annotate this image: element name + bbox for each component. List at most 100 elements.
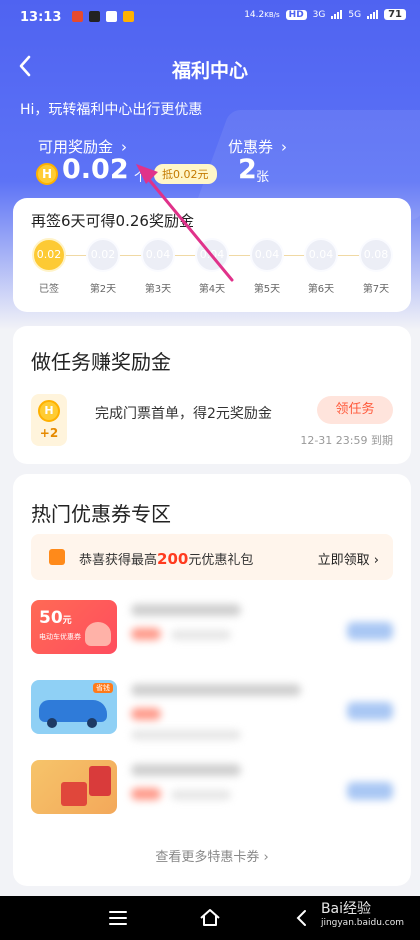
blurred-text [131,604,241,616]
task-bonus: +2 [39,426,59,440]
battery-icon: 71 [384,9,406,20]
day-coin: 0.04 [250,238,284,272]
day-label: 第7天 [362,284,390,295]
thumb-tag: 省钱 [93,683,113,693]
day-coin: 0.04 [195,238,229,272]
chevron-right-icon: › [281,138,288,156]
promo-text: 恭喜获得最高200元优惠礼包 [79,549,253,568]
red-envelope-icon [89,766,111,796]
deduct-badge: 抵0.02元 [154,164,217,184]
home-icon[interactable] [198,906,222,930]
promo-prefix: 恭喜获得最高 [79,553,158,568]
signin-day[interactable]: 0.08 第7天 [358,238,394,295]
day-label: 第3天 [144,284,172,295]
day-label: 第6天 [307,284,335,295]
news-app-icon [72,11,83,22]
blurred-button [347,782,393,800]
day-label: 第2天 [89,284,117,295]
hd-badge: HD [285,9,307,20]
signin-day[interactable]: 0.04 第5天 [249,238,285,295]
signin-card: 再签6天可得0.26奖励金 0.02 已签 0.02 第2天 0.04 第3天 0.0… [13,198,411,312]
blurred-text [131,708,161,720]
day-coin: 0.04 [304,238,338,272]
coupon-count-value: 2 [238,154,257,185]
signal-icon [331,10,343,19]
coupon-item[interactable] [31,760,393,820]
coin-icon: H [36,163,58,185]
thumb-caption: 电动车优惠券 [39,633,81,641]
signin-title: 再签6天可得0.26奖励金 [31,212,194,230]
claim-now-link[interactable]: 立即领取 › [318,549,379,568]
task-description: 完成门票首单，得2元奖励金 [95,406,272,422]
tasks-title: 做任务赚奖励金 [31,350,171,374]
view-more-link[interactable]: 查看更多特惠卡券 › [13,846,411,865]
thumb-amount-value: 50 [39,608,63,628]
chevron-right-icon: › [373,553,379,568]
coupon-item[interactable]: 省钱 [31,680,393,740]
coupon-thumbnail [31,760,117,814]
network-speed-unit: KB/s [264,10,280,19]
coupon-count-label[interactable]: 优惠券 › [228,136,287,157]
car-wheel [47,718,57,728]
coupon-count-unit: 张 [256,170,270,185]
signal-2-label: 5G [348,9,362,20]
network-speed-value: 14.2 [244,9,265,20]
gift-box-icon [61,782,87,806]
promo-amount: 200 [157,550,189,568]
reward-unit: 个 [134,170,148,185]
blurred-text [131,764,241,776]
gift-icon [49,549,65,565]
page-subtitle: Hi，玩转福利中心出行更优惠 [20,102,203,118]
menu-icon[interactable] [106,906,130,930]
tasks-card: 做任务赚奖励金 H +2 完成门票首单，得2元奖励金 领任务 12-31 23:… [13,326,411,464]
signal-icon-2 [367,10,379,19]
day-coin: 0.04 [141,238,175,272]
chevron-right-icon: › [263,850,269,865]
signin-day[interactable]: 0.02 已签 [31,238,67,295]
claim-now-label: 立即领取 [317,553,370,568]
blurred-button [347,622,393,640]
coupon-thumbnail: 50元 电动车优惠券 [31,600,117,654]
view-more-label: 查看更多特惠卡券 [155,850,260,865]
claim-task-button[interactable]: 领任务 [317,396,393,424]
scooter-icon [85,622,111,646]
blurred-text [131,788,161,800]
promo-banner[interactable]: 恭喜获得最高200元优惠礼包 立即领取 › [31,534,393,580]
status-right: 14.2KB/s HD 3G 5G 71 [244,9,406,20]
coin-icon: H [38,400,60,422]
network-speed: 14.2KB/s [244,10,279,20]
day-coin: 0.02 [32,238,66,272]
reward-value: 0.02 [62,154,129,185]
page-title: 福利中心 [171,60,248,82]
signin-day[interactable]: 0.04 第4天 [194,238,230,295]
coupons-card: 热门优惠券专区 恭喜获得最高200元优惠礼包 立即领取 › 50元 电动车优惠券… [13,474,411,886]
back-nav-icon[interactable] [290,906,314,930]
day-coin: 0.08 [359,238,393,272]
signin-day[interactable]: 0.04 第3天 [140,238,176,295]
tiktok-icon [89,11,100,22]
notification-icons [72,11,134,22]
coupons-title: 热门优惠券专区 [31,502,171,526]
signin-days: 0.02 已签 0.02 第2天 0.04 第3天 0.04 第4天 0.04 第5天 0… [31,238,405,298]
coupon-item[interactable]: 50元 电动车优惠券 [31,600,393,660]
day-coin: 0.02 [86,238,120,272]
car-wheel [87,718,97,728]
blurred-text [171,630,231,640]
signin-day[interactable]: 0.04 第6天 [303,238,339,295]
task-reward-icon: H +2 [31,394,67,446]
day-label: 已签 [39,284,59,295]
promo-suffix: 元优惠礼包 [188,553,254,568]
watermark: Bai经验 jingyan.baidu.com [321,898,404,928]
signin-day[interactable]: 0.02 第2天 [85,238,121,295]
blurred-text [131,628,161,640]
day-label: 第4天 [198,284,226,295]
blurred-text [171,790,231,800]
blurred-button [347,702,393,720]
status-time: 13:13 [20,10,62,25]
wechat-icon [106,11,117,22]
blurred-text [131,684,301,696]
coupon-thumbnail: 省钱 [31,680,117,734]
watermark-brand: Bai经验 [320,901,372,917]
blurred-text [131,730,241,740]
thumb-amount: 50元 [39,608,72,628]
